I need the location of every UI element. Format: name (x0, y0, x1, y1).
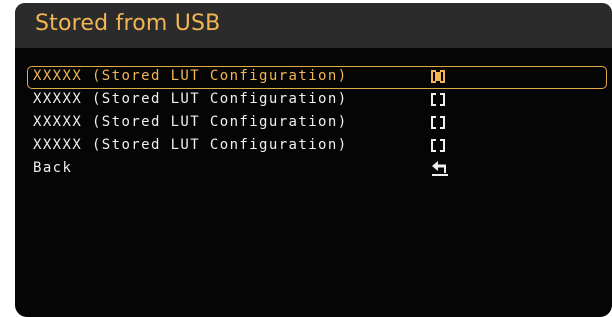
checkbox-fill (435, 72, 441, 81)
lut-menu: XXXXX (Stored LUT Configuration) XXXXX (… (27, 66, 607, 181)
menu-item-back[interactable]: Back (27, 158, 607, 181)
checkbox[interactable] (427, 89, 451, 110)
checkbox-checked-icon (431, 70, 445, 83)
checkbox-empty-icon (431, 93, 445, 106)
checkbox-empty-icon (431, 139, 445, 152)
title-bar: Stored from USB (15, 3, 612, 48)
return-arrow-icon (432, 161, 448, 176)
checkbox[interactable] (427, 135, 451, 156)
checkbox-empty-icon (431, 116, 445, 129)
osd-screen: Stored from USB XXXXX (Stored LUT Config… (15, 3, 612, 317)
checkbox[interactable] (427, 112, 451, 133)
menu-item-label: XXXXX (Stored LUT Configuration) (33, 137, 348, 153)
menu-item-lut-4[interactable]: XXXXX (Stored LUT Configuration) (27, 135, 607, 158)
menu-item-lut-3[interactable]: XXXXX (Stored LUT Configuration) (27, 112, 607, 135)
menu-item-label: XXXXX (Stored LUT Configuration) (33, 91, 348, 107)
menu-item-lut-1[interactable]: XXXXX (Stored LUT Configuration) (27, 66, 607, 89)
menu-item-label: XXXXX (Stored LUT Configuration) (33, 114, 348, 130)
menu-item-label: XXXXX (Stored LUT Configuration) (33, 68, 348, 84)
checkbox[interactable] (427, 66, 451, 87)
back-label: Back (33, 160, 73, 176)
back-button[interactable] (427, 158, 451, 179)
menu-item-lut-2[interactable]: XXXXX (Stored LUT Configuration) (27, 89, 607, 112)
page-title: Stored from USB (35, 11, 221, 36)
